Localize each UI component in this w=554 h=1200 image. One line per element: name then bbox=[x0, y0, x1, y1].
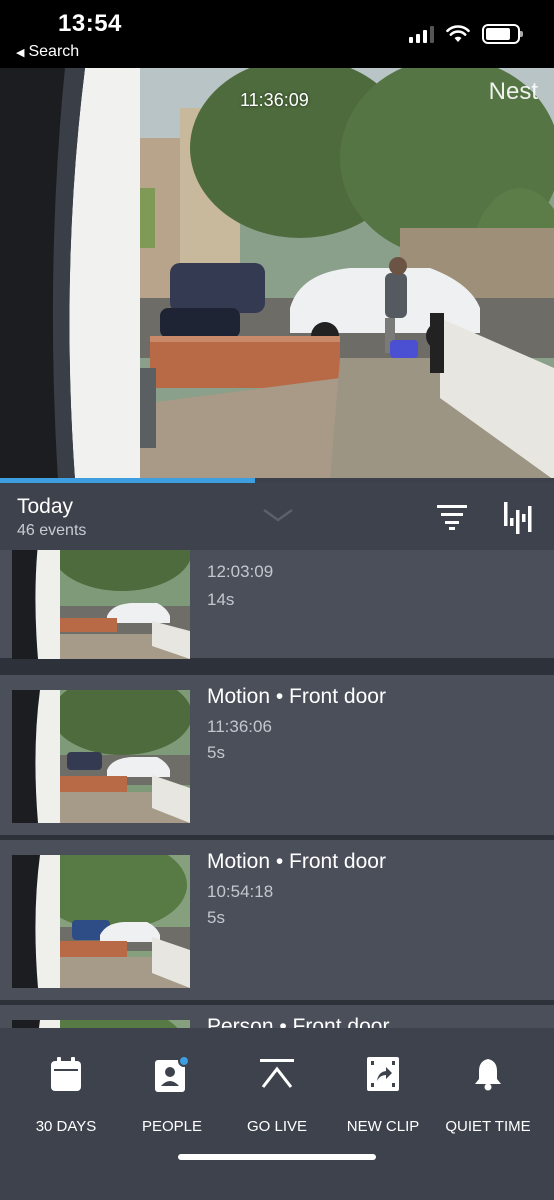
event-thumbnail bbox=[12, 855, 190, 988]
nav-quiet-time-button[interactable]: QUIET TIME bbox=[433, 1052, 543, 1135]
nav-go-live-button[interactable]: GO LIVE bbox=[222, 1052, 332, 1135]
event-row[interactable]: Person • Front door bbox=[0, 1005, 554, 1028]
day-title: Today bbox=[17, 495, 74, 518]
back-label: Search bbox=[28, 43, 80, 60]
cellular-signal-icon bbox=[409, 25, 434, 43]
video-timestamp: 11:36:09 bbox=[240, 90, 309, 110]
event-time: 10:54:18 bbox=[207, 882, 274, 901]
event-row[interactable]: 12:03:09 14s bbox=[0, 550, 554, 659]
event-title: Person • Front door bbox=[207, 1015, 390, 1028]
back-to-search-link[interactable]: ◀ Search bbox=[16, 43, 79, 61]
nav-label: NEW CLIP bbox=[346, 1118, 420, 1135]
back-arrow-icon: ◀ bbox=[16, 46, 25, 59]
event-title: Motion • Front door bbox=[207, 850, 386, 873]
notification-dot bbox=[178, 1056, 189, 1067]
status-icons bbox=[409, 24, 523, 44]
event-duration: 5s bbox=[207, 908, 225, 927]
doorbell-scene-image bbox=[0, 68, 554, 480]
battery-icon bbox=[482, 24, 523, 44]
events-header: Today 46 events bbox=[0, 483, 554, 550]
event-thumbnail bbox=[12, 690, 190, 823]
go-live-icon bbox=[260, 1059, 294, 1088]
nav-people-button[interactable]: PEOPLE bbox=[117, 1052, 227, 1135]
event-thumbnail bbox=[12, 1020, 190, 1028]
event-duration: 5s bbox=[207, 743, 225, 762]
calendar-icon bbox=[51, 1057, 81, 1091]
clock: 13:54 bbox=[58, 10, 122, 37]
nav-label: 30 DAYS bbox=[35, 1118, 97, 1135]
event-row[interactable]: Motion • Front door 11:36:06 5s bbox=[0, 675, 554, 835]
new-clip-icon bbox=[367, 1057, 399, 1091]
person-badge-icon bbox=[155, 1056, 189, 1092]
nav-label: PEOPLE bbox=[141, 1118, 203, 1135]
bell-icon bbox=[475, 1059, 501, 1091]
event-title: Motion • Front door bbox=[207, 685, 386, 708]
event-count: 46 events bbox=[17, 522, 87, 539]
nav-30-days-button[interactable]: 30 DAYS bbox=[11, 1052, 121, 1135]
event-time: 11:36:06 bbox=[207, 717, 272, 736]
event-list[interactable]: 12:03:09 14s Motion • Front door 11:36:0… bbox=[0, 550, 554, 1028]
event-time: 12:03:09 bbox=[207, 562, 274, 581]
nest-watermark: Nest bbox=[488, 78, 538, 105]
filter-icon[interactable] bbox=[436, 502, 468, 530]
status-bar: 13:54 ◀ Search bbox=[0, 0, 554, 68]
nav-new-clip-button[interactable]: NEW CLIP bbox=[328, 1052, 438, 1135]
event-duration: 14s bbox=[207, 590, 235, 609]
event-row[interactable]: Motion • Front door 10:54:18 5s bbox=[0, 840, 554, 1000]
timeline-sliders-icon[interactable] bbox=[500, 500, 536, 536]
wifi-icon bbox=[446, 25, 470, 42]
camera-video-feed[interactable]: 11:36:09 Nest bbox=[0, 68, 554, 480]
home-indicator[interactable] bbox=[178, 1154, 376, 1160]
nav-label: QUIET TIME bbox=[445, 1118, 531, 1135]
bottom-navigation: 30 DAYS PEOPLE GO LIVE NEW CLIP QUIET TI… bbox=[0, 1028, 554, 1200]
event-thumbnail bbox=[12, 550, 190, 659]
nav-label: GO LIVE bbox=[246, 1118, 308, 1135]
chevron-down-icon[interactable] bbox=[262, 508, 294, 522]
